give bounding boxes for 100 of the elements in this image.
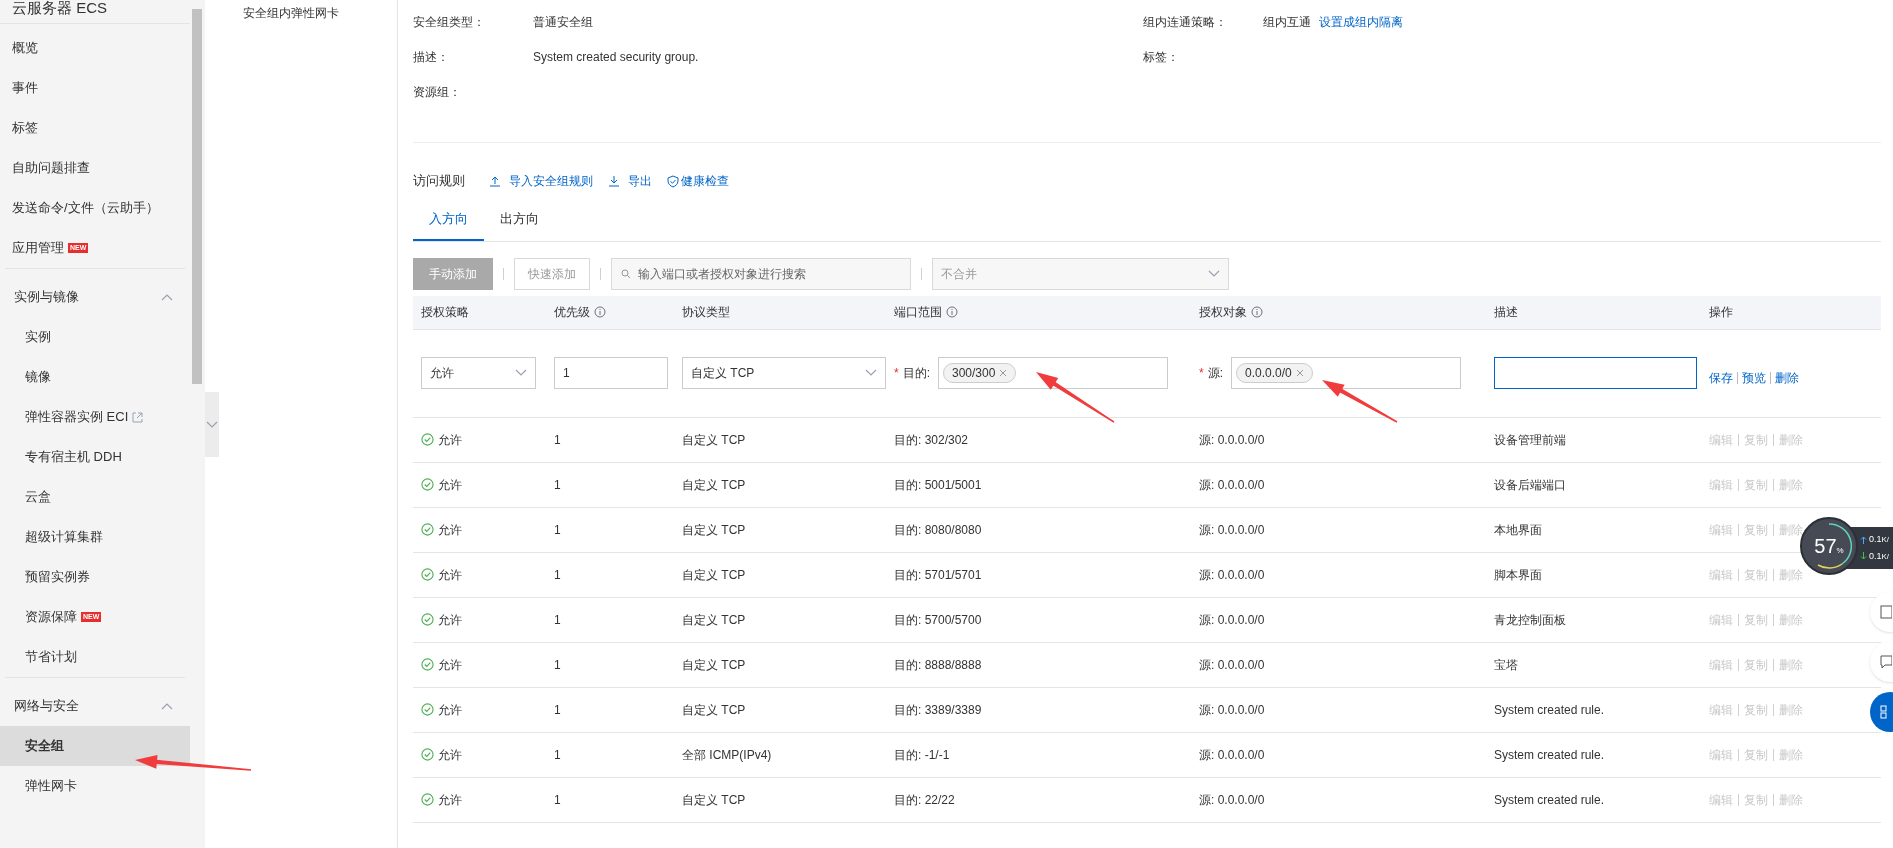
direction-tab[interactable]: 入方向 — [413, 209, 484, 241]
table-cell: 源: 0.0.0.0/0 — [1199, 657, 1265, 672]
sidebar-item[interactable]: 节省计划 — [0, 637, 190, 677]
check-circle-icon — [421, 748, 434, 761]
row-action-link[interactable]: 保存 — [1709, 369, 1733, 387]
table-cell: 自定义 TCP — [682, 657, 746, 672]
sidebar-item-label: 概览 — [12, 39, 38, 58]
sidebar-item[interactable]: 发送命令/文件（云助手） — [0, 188, 190, 228]
table-cell: 脚本界面 — [1494, 567, 1542, 582]
collapse-handle[interactable] — [205, 392, 219, 457]
table-cell: 目的: 22/22 — [894, 792, 955, 807]
sidebar-item[interactable]: 安全组 — [0, 726, 190, 766]
row-action-link[interactable]: 删除 — [1775, 369, 1799, 387]
close-icon[interactable] — [999, 369, 1008, 377]
detail-value: 组内互通 — [1263, 14, 1311, 31]
source-field[interactable]: 0.0.0.0/0 — [1231, 357, 1461, 389]
sidebar-item-label: 弹性容器实例 ECI — [25, 408, 129, 427]
subnav-item[interactable]: 安全组内弹性网卡 — [223, 4, 397, 22]
chat-icon — [1880, 655, 1892, 669]
sidebar-item[interactable]: 实例 — [0, 317, 190, 357]
sidebar-item[interactable]: 事件 — [0, 68, 190, 108]
toolbar-link[interactable]: 健康检查 — [667, 172, 729, 190]
table-cell: 源: 0.0.0.0/0 — [1199, 612, 1265, 627]
upload-icon — [489, 175, 501, 187]
table-cell-text: 允许 — [438, 746, 462, 764]
chevron-down-icon — [865, 369, 877, 377]
table-cell-text: 允许 — [438, 791, 462, 809]
sidebar-item[interactable]: 弹性容器实例 ECI — [0, 397, 190, 437]
toolbar-link[interactable]: 导入安全组规则 — [489, 172, 593, 190]
table-cell: 全部 ICMP(IPv4) — [682, 747, 772, 762]
download-icon — [608, 175, 620, 187]
sidebar-item[interactable]: 预留实例券 — [0, 557, 190, 597]
sidebar-item[interactable]: 超级计算集群 — [0, 517, 190, 557]
sidebar-item[interactable]: 云盒 — [0, 477, 190, 517]
table-cell-text: 允许 — [438, 701, 462, 719]
table-cell: 源: 0.0.0.0/0 — [1199, 702, 1265, 717]
check-circle-icon — [421, 703, 434, 716]
field-label: 目的: — [902, 365, 930, 382]
policy-select[interactable]: 允许 — [421, 357, 536, 389]
detail-label: 资源组： — [413, 84, 462, 101]
arrow-up-icon — [1860, 535, 1867, 544]
table-cell: 目的: 302/302 — [894, 432, 969, 447]
table-cell: 目的: 5701/5701 — [894, 567, 982, 582]
table-cell-text: 允许 — [438, 476, 462, 494]
protocol-select[interactable]: 自定义 TCP — [682, 357, 886, 389]
detail-label: 组内连通策略： — [1143, 14, 1228, 31]
table-cell: 源: 0.0.0.0/0 — [1199, 567, 1265, 582]
sidebar-section-header[interactable]: 实例与镜像 — [5, 277, 185, 317]
required-mark: * — [1199, 365, 1204, 382]
sidebar-item[interactable]: 弹性网卡 — [0, 766, 190, 806]
table-cell-text: 允许 — [438, 566, 462, 584]
table-cell: 1 — [554, 522, 561, 537]
source-tag: 0.0.0.0/0 — [1236, 363, 1313, 383]
detail-label: 描述： — [413, 49, 450, 66]
table-cell: 宝塔 — [1494, 657, 1518, 672]
sidebar-item-label: 云盒 — [25, 488, 51, 507]
column-header: 协议类型 — [682, 304, 730, 321]
detail-value: 普通安全组 — [533, 15, 593, 29]
sidebar-item[interactable]: 标签 — [0, 108, 190, 148]
table-cell: 源: 0.0.0.0/0 — [1199, 477, 1265, 492]
sidebar-item-label: 应用管理 — [12, 239, 64, 258]
description-field[interactable] — [1494, 357, 1697, 389]
sidebar-section-header[interactable]: 网络与安全 — [5, 686, 185, 726]
isolation-link[interactable]: 设置成组内隔离 — [1319, 13, 1403, 31]
table-cell: System created rule. — [1494, 702, 1605, 717]
check-circle-icon — [421, 613, 434, 626]
table-cell: 目的: 3389/3389 — [894, 702, 982, 717]
table-cell: 设备管理前端 — [1494, 432, 1566, 447]
sidebar-item-label: 专有宿主机 DDH — [25, 448, 122, 467]
toolbar-link[interactable]: 导出 — [608, 172, 652, 190]
column-header: 描述 — [1494, 304, 1518, 321]
check-circle-icon — [421, 658, 434, 671]
table-cell: 1 — [554, 657, 561, 672]
table-cell: 自定义 TCP — [682, 567, 746, 582]
column-header: 操作 — [1709, 304, 1733, 321]
sidebar-item-label: 节省计划 — [25, 648, 77, 667]
direction-tab[interactable]: 出方向 — [484, 209, 555, 241]
sidebar-item-label: 发送命令/文件（云助手） — [12, 199, 159, 218]
table-cell: 自定义 TCP — [682, 792, 746, 807]
table-cell: 1 — [554, 747, 561, 762]
table-cell-text: 允许 — [438, 431, 462, 449]
check-circle-icon — [421, 568, 434, 581]
table-cell: 自定义 TCP — [682, 522, 746, 537]
table-cell-text: 允许 — [438, 656, 462, 674]
sidebar-item-label: 资源保障 — [25, 608, 77, 627]
sidebar-item[interactable]: 概览 — [0, 28, 190, 68]
close-icon[interactable] — [1295, 369, 1304, 377]
table-cell: 1 — [554, 612, 561, 627]
sidebar-item-label: 超级计算集群 — [25, 528, 103, 547]
priority-field[interactable]: 1 — [554, 357, 668, 389]
sidebar-item-label: 镜像 — [25, 368, 51, 387]
check-circle-icon — [421, 478, 434, 491]
search-field[interactable]: 输入端口或者授权对象进行搜索 — [611, 257, 911, 290]
sidebar-item[interactable]: 专有宿主机 DDH — [0, 437, 190, 477]
sidebar-item[interactable]: 镜像 — [0, 357, 190, 397]
sidebar-item[interactable]: 自助问题排查 — [0, 148, 190, 188]
table-cell: 目的: -1/-1 — [894, 747, 950, 762]
row-action-link[interactable]: 预览 — [1742, 369, 1766, 387]
detail-label: 安全组类型： — [413, 14, 486, 31]
document-icon — [1880, 605, 1892, 619]
